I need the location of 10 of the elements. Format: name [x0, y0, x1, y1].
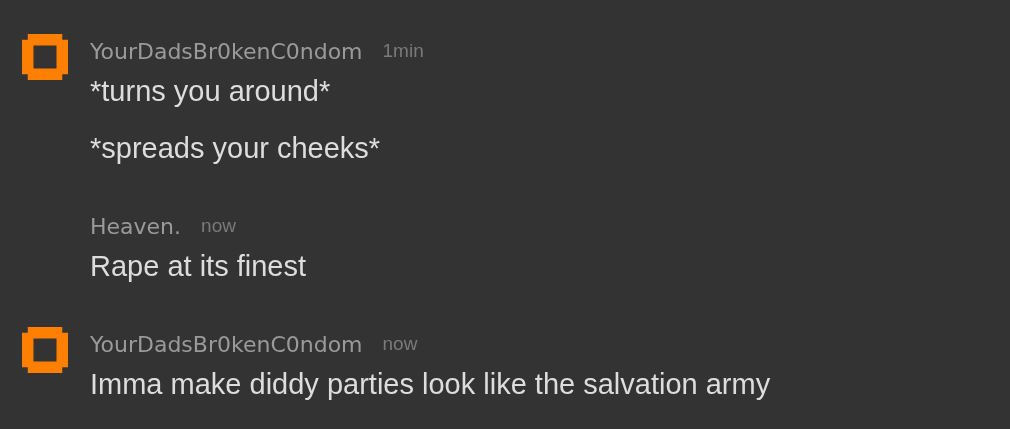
timestamp: now — [201, 215, 236, 237]
timestamp: 1min — [382, 40, 424, 62]
username[interactable]: YourDadsBr0kenC0ndom — [90, 331, 363, 357]
username[interactable]: Heaven. — [90, 213, 182, 239]
message-text: *turns you around* — [90, 74, 332, 109]
message-text: Imma make diddy parties look like the salvation army — [90, 367, 771, 402]
timestamp: now — [382, 333, 418, 355]
message-text: Rape at its finest — [90, 249, 306, 284]
username[interactable]: YourDadsBr0kenC0ndom — [90, 38, 363, 64]
message-text: *spreads your cheeks* — [90, 131, 382, 166]
